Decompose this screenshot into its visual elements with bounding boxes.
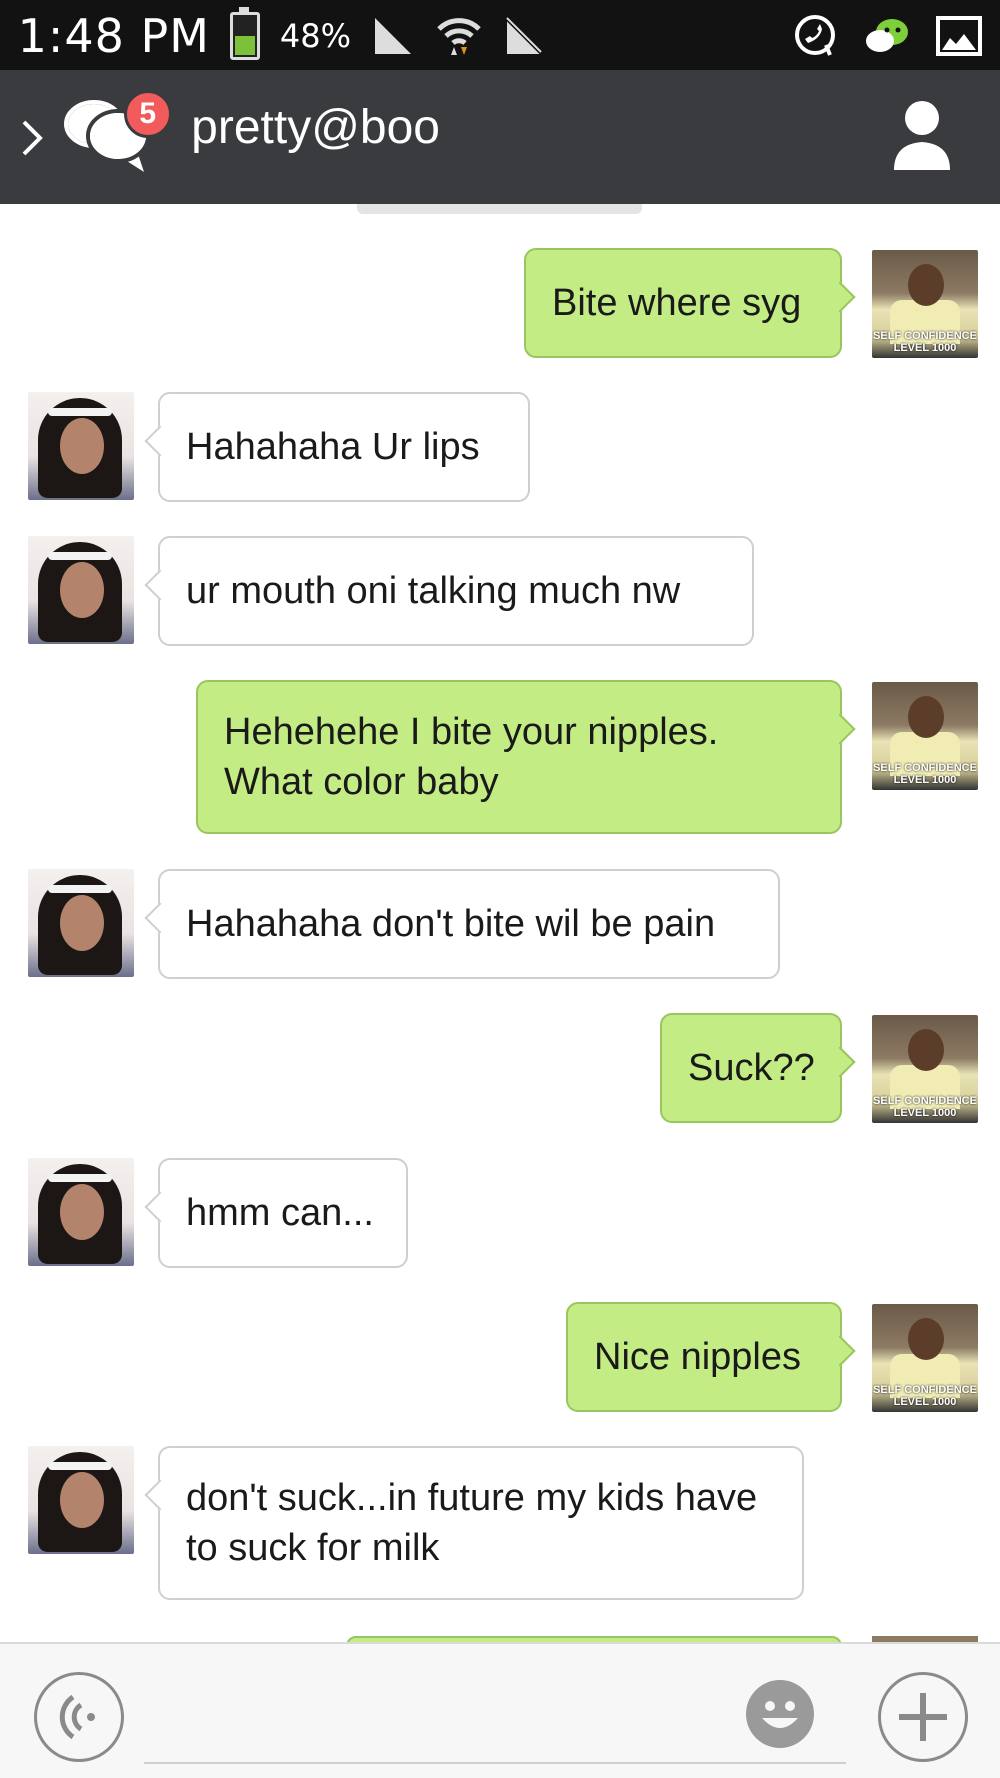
unread-badge: 5 [124,90,172,138]
person-icon[interactable] [890,96,954,172]
message-bubble[interactable]: Hehehehe I bite your nipples. What color… [196,680,842,834]
voice-icon[interactable] [34,1672,124,1762]
message-text: Hahahaha don't bite wil be pain [186,903,716,945]
my-message[interactable]: SELF CONFIDENCE LEVEL 1000 Bite where syg [0,248,1000,358]
battery-fill [235,36,256,55]
message-bubble[interactable]: Hahahaha Ur lips [158,392,530,502]
signal-icon [371,14,415,58]
my-avatar[interactable]: SELF CONFIDENCE LEVEL 1000 [872,250,978,358]
contact-message[interactable]: don't suck...in future my kids have to s… [0,1446,1000,1600]
mirrored-screen: 48% 1:48 PM pretty@boo 5 SELF CONFIDENCE… [0,0,1000,1778]
contact-avatar[interactable] [28,392,134,500]
battery-icon [230,7,261,60]
contact-avatar[interactable] [28,536,134,644]
contact-avatar[interactable] [28,1158,134,1266]
avatar-caption: SELF CONFIDENCE LEVEL 1000 [873,762,977,786]
message-text: Nice nipples [594,1336,801,1378]
avatar-caption: SELF CONFIDENCE LEVEL 1000 [873,330,977,354]
message-bubble[interactable]: Nice nipples [566,1302,842,1412]
contact-message[interactable]: Hahahaha Ur lips [0,392,1000,502]
my-avatar[interactable]: SELF CONFIDENCE LEVEL 1000 [872,682,978,790]
my-avatar[interactable]: SELF CONFIDENCE LEVEL 1000 [872,1015,978,1123]
plus-icon[interactable] [878,1672,968,1762]
chat-header: pretty@boo 5 [0,70,1000,204]
status-bar: 48% 1:48 PM [0,0,1000,70]
message-text: Bite where syg [552,282,802,324]
my-message[interactable]: SELF CONFIDENCE LEVEL 1000 Hehehehe I bit… [0,680,1000,834]
chevron-left-icon[interactable] [12,108,52,168]
message-bubble[interactable]: Suck?? [660,1013,842,1123]
smiley-icon[interactable] [746,1680,814,1748]
message-text: Suck?? [688,1047,815,1089]
message-text: ur mouth oni talking much nw [186,570,681,612]
gallery-notification-icon [936,16,982,56]
message-bubble[interactable]: Bite where syg [524,248,842,358]
message-bubble[interactable]: don't suck...in future my kids have to s… [158,1446,804,1600]
message-text: Hahahaha Ur lips [186,426,480,468]
contact-name: pretty@boo [191,101,440,154]
battery-percent: 48% [280,17,352,55]
wechat-notification-icon [864,16,910,56]
avatar-caption: SELF CONFIDENCE LEVEL 1000 [873,1095,977,1119]
my-avatar[interactable]: SELF CONFIDENCE LEVEL 1000 [872,1304,978,1412]
contact-message[interactable]: Hahahaha don't bite wil be pain [0,869,1000,979]
whatsapp-notification-icon [792,13,838,59]
contact-avatar[interactable] [28,869,134,977]
message-bubble[interactable]: hmm can... [158,1158,408,1268]
contact-avatar[interactable] [28,1446,134,1554]
message-text: Hehehehe I bite your nipples. What color… [224,711,719,803]
pull-indicator [357,204,642,214]
avatar-caption: SELF CONFIDENCE LEVEL 1000 [873,1384,977,1408]
message-text: hmm can... [186,1192,374,1234]
input-bar [0,1642,1000,1778]
my-message[interactable]: SELF CONFIDENCE LEVEL 1000 Suck?? [0,1013,1000,1123]
my-message[interactable]: SELF CONFIDENCE LEVEL 1000 Nice nipples [0,1302,1000,1412]
unread-count: 5 [139,97,157,130]
message-bubble[interactable]: Hahahaha don't bite wil be pain [158,869,780,979]
message-text: don't suck...in future my kids have to s… [186,1477,758,1569]
wifi-icon [435,13,483,59]
contact-message[interactable]: ur mouth oni talking much nw [0,536,1000,646]
contact-message[interactable]: hmm can... [0,1158,1000,1268]
message-input[interactable] [144,1762,846,1764]
message-bubble[interactable]: ur mouth oni talking much nw [158,536,754,646]
clock: 1:48 PM [18,9,211,63]
no-sim-icon [503,14,547,58]
